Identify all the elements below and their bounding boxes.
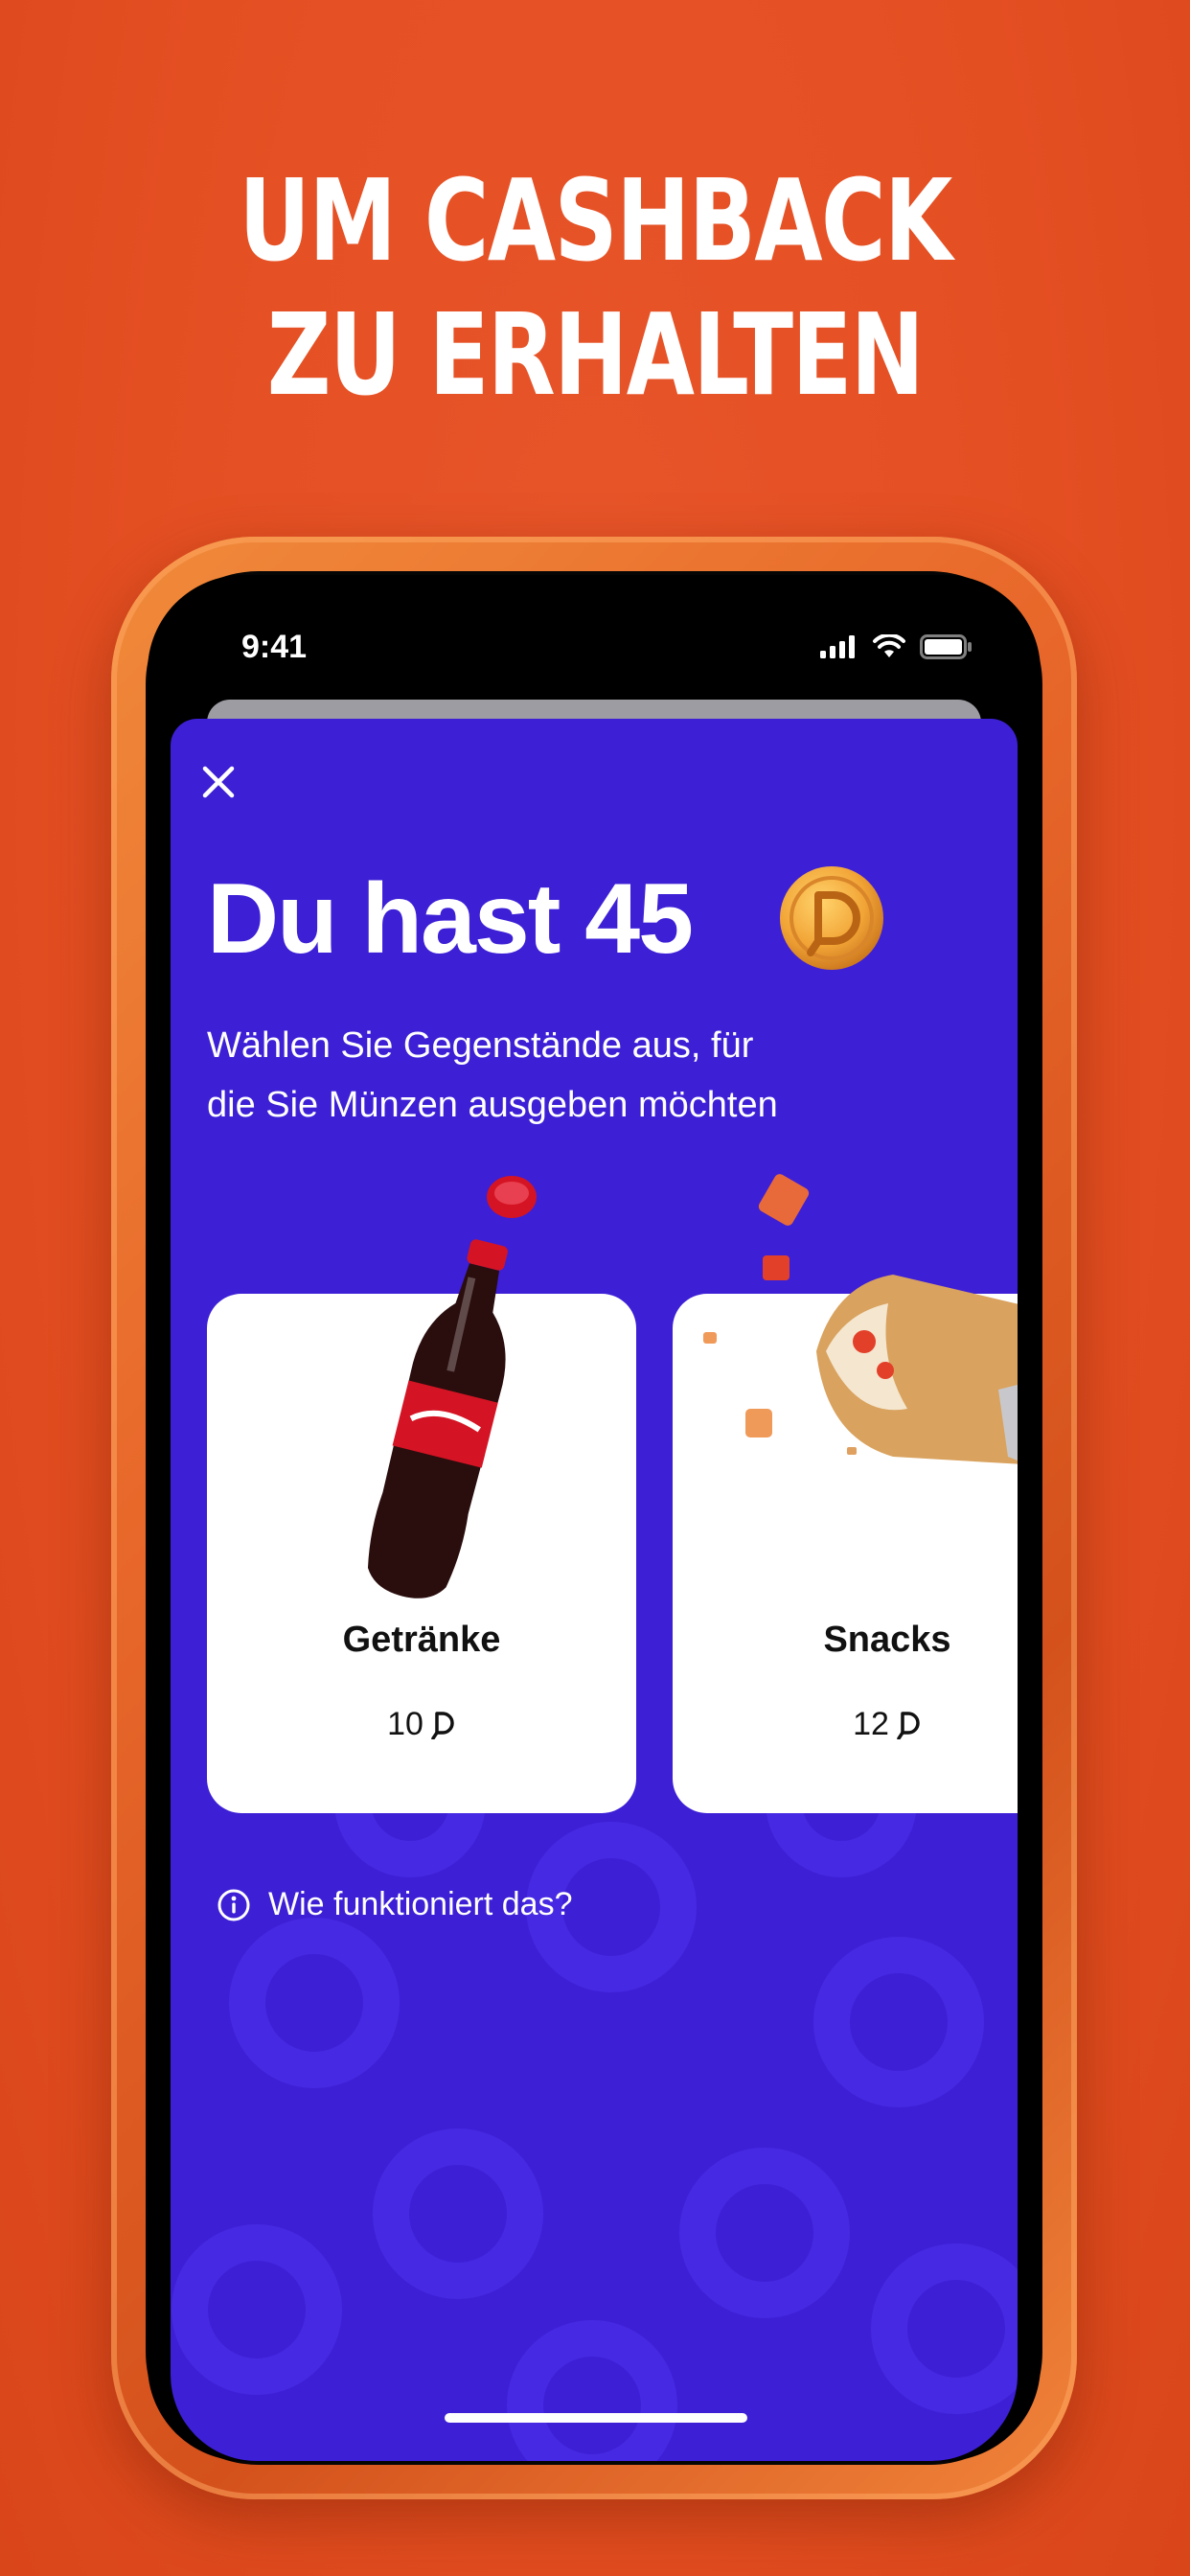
card-name: Getränke <box>342 1620 501 1660</box>
coin-icon <box>780 866 883 970</box>
headline-line-2: ZU ERHALTEN <box>266 288 925 421</box>
price-value: 10 <box>387 1706 423 1742</box>
wifi-icon <box>873 634 905 657</box>
phone-screen: 9:41 Du hast 45 Wählen Sie Gegenstände a… <box>148 575 1041 2461</box>
signal-icon <box>820 635 855 658</box>
bottom-sheet: Du hast 45 Wählen Sie Gegenstände aus, f… <box>171 719 1018 2461</box>
card-name: Snacks <box>823 1620 951 1660</box>
coin-currency-icon <box>897 1711 920 1739</box>
close-button[interactable] <box>195 759 241 805</box>
card-price: 12 <box>673 1706 1018 1743</box>
bottle-cap-image <box>487 1176 537 1218</box>
cola-bottle-image <box>367 1239 508 1598</box>
close-icon <box>202 766 235 798</box>
how-it-works-label: Wie funktioniert das? <box>268 1886 573 1922</box>
status-time: 9:41 <box>241 629 308 665</box>
subtitle: Wählen Sie Gegenstände aus, für die Sie … <box>207 1025 778 1125</box>
headline-line-1: UM CASHBACK <box>239 154 952 287</box>
wrap-snack-image <box>703 1174 1018 1464</box>
coin-pattern-background <box>172 1726 1018 2461</box>
category-card-snacks[interactable]: Snacks 12 <box>673 1174 1018 1813</box>
category-card-getraenke[interactable]: Getränke 10 <box>207 1176 636 1813</box>
price-value: 12 <box>853 1706 889 1742</box>
info-icon <box>217 1889 250 1920</box>
status-icons <box>820 632 973 661</box>
headline: UM CASHBACK ZU ERHALTEN <box>131 153 1060 422</box>
page-title: Du hast 45 <box>207 863 694 975</box>
battery-icon <box>920 634 972 659</box>
how-it-works-link[interactable]: Wie funktioniert das? <box>217 1886 573 1923</box>
card-price: 10 <box>207 1706 636 1743</box>
coin-currency-icon <box>431 1711 454 1739</box>
home-indicator[interactable] <box>445 2413 747 2423</box>
